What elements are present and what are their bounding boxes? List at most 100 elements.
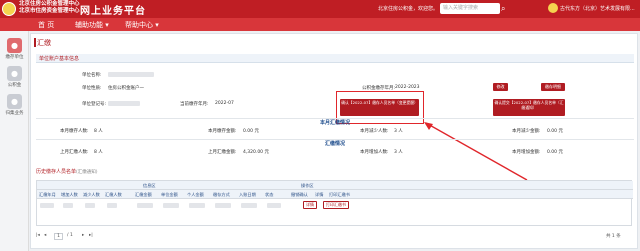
nav-help[interactable]: 帮助中心 ▾ [125,20,159,30]
last-page-icon[interactable]: ▸| [89,233,93,238]
month-count-value: 8 人 [94,129,103,134]
row-cell [107,203,117,208]
search-input[interactable]: 输入关键字搜索 [440,3,500,14]
month-reduce-value: 3 人 [394,129,403,134]
prev-page-icon[interactable]: ◂ [44,233,46,238]
group-info-header: 信息区 [143,183,156,188]
prev-count-label: 上月汇缴人数: [60,150,89,155]
col-header: 打印汇缴书 [329,192,350,197]
month-amount-value: 0.00 元 [243,129,259,134]
col-header: 入账日期 [239,192,256,197]
row-cell [241,203,257,208]
row-cell [137,203,153,208]
col-header: 缴存方式 [213,192,230,197]
app-title: 网上业务平台 [80,6,146,17]
next-page-icon[interactable]: ▸ [82,233,84,238]
current-month-label: 当前缴存年月: [180,102,209,107]
sidebar-item-label: 缴存单位 [5,55,24,60]
col-header: 详情 [315,192,324,197]
detail-button[interactable]: 详情 [303,201,317,209]
summary-band-title: 汇缴情况 [324,141,345,147]
detail-print-button[interactable]: 缴存明细 [541,83,565,91]
add-count-value: 3 人 [394,150,403,155]
row-cell [40,203,54,208]
col-header: 汇缴人数 [105,192,122,197]
pay-period-value: 2022-2023 [395,85,420,90]
nav-home[interactable]: 首 页 [38,20,54,30]
prev-count-value: 8 人 [94,150,103,155]
month-count-label: 本月缴存人数: [60,129,89,134]
col-header: 撤销确认 [291,192,308,197]
col-header: 汇缴金额 [135,192,152,197]
history-title: 历史缴存人员名单(汇缴通知) [36,168,98,175]
row-cell [63,203,73,208]
history-title-text: 历史缴存人员名单 [36,169,77,175]
section-header: 单位账户基本信息 [36,54,634,63]
user-icon: ● [7,38,22,53]
section-title: 单位账户基本信息 [39,56,80,62]
row-cell [85,203,95,208]
first-page-icon[interactable]: |◂ [36,233,40,238]
summary-band: 汇缴情况 [36,139,634,147]
row-cell [163,203,179,208]
col-header: 减少人数 [83,192,100,197]
group-ops-header: 操作区 [301,183,314,188]
search-icon[interactable]: ⌕ [501,4,505,13]
sidebar-item-label: 归集业务 [5,111,24,116]
prev-amount-label: 上月汇缴金额: [208,150,237,155]
welcome-text: 北京住房公积金，欢迎您。 [378,6,439,12]
add-count-label: 本月增加人数: [360,150,389,155]
pagination: |◂ ◂ 1 / 1 ▸ ▸| 共 1 条 [36,233,632,242]
page-total: / 1 [67,233,73,238]
account-code-label: 单位登记号: [82,102,107,107]
sidebar-item-collect[interactable]: ● 归集业务 [2,93,27,119]
col-header: 状态 [265,192,274,197]
sidebar-item-label: 公积金 [7,83,22,88]
month-reduce-amount-value: 0.00 元 [547,129,563,134]
month-reduce-amount-label: 本月减少金额: [512,129,541,134]
print-notice-button[interactable]: 打印汇缴书 [323,201,349,209]
sidebar: ● 缴存单位 ● 公积金 ● 归集业务 [0,31,29,251]
table-row: 详情 打印汇缴书 [37,199,633,226]
row-cell [267,203,281,208]
history-subtitle: (汇缴通知) [76,170,98,175]
table-header-row: 汇缴年月 增加人数 减少人数 汇缴人数 汇缴金额 单位金额 个人金额 缴存方式 … [37,190,633,199]
sidebar-item-unit[interactable]: ● 缴存单位 [2,37,27,63]
month-amount-label: 本月缴存金额: [208,129,237,134]
month-band-title: 本月汇缴情况 [319,120,350,126]
logo-icon [2,2,16,16]
col-header: 单位金额 [161,192,178,197]
submit-list-button[interactable]: 确认提交【2022-07】缴存人员名单（汇缴通知） [493,99,565,116]
account-code-value [108,101,140,106]
person-icon: ● [7,66,22,81]
user-avatar-icon[interactable] [548,3,558,13]
row-cell [189,203,205,208]
sidebar-item-fund[interactable]: ● 公积金 [2,65,27,91]
col-header: 汇缴年月 [39,192,56,197]
month-band: 本月汇缴情况 [36,118,634,126]
unit-type-value: 住房公积金账户一 [108,86,144,91]
col-header: 增加人数 [61,192,78,197]
company-name[interactable]: 古代东方（北京）艺术发展有限... [560,5,635,12]
prev-amount-value: 4,320.00 元 [243,150,269,155]
brand-line1: 北京住房公积金管理中心 [19,1,80,7]
title-marker [34,38,36,47]
main-nav: 首 页 辅助功能 ▾ 帮助中心 ▾ [0,18,640,31]
brand-line2: 北京市住房资金管理中心 [19,8,80,14]
unit-type-label: 单位性质: [82,86,102,91]
record-count: 共 1 条 [606,234,621,239]
unit-name-label: 单位名称: [82,73,102,78]
unit-name-value [108,72,154,77]
page-title: 汇缴 [37,39,51,47]
table-group-header: 信息区 操作区 [37,181,633,190]
top-bar: 北京住房公积金管理中心 北京市住房资金管理中心 网上业务平台 北京住房公积金，欢… [0,0,640,18]
add-amount-value: 0.00 元 [547,150,563,155]
modify-button[interactable]: 修改 [493,83,508,91]
group-icon: ● [7,94,22,109]
col-header: 个人金额 [187,192,204,197]
nav-aux[interactable]: 辅助功能 ▾ [75,20,109,30]
page-number-input[interactable]: 1 [54,233,63,240]
current-month-value: 2022-07 [215,101,234,106]
month-reduce-label: 本月减少人数: [360,129,389,134]
history-table: 信息区 操作区 汇缴年月 增加人数 减少人数 汇缴人数 汇缴金额 单位金额 个人… [36,180,633,226]
